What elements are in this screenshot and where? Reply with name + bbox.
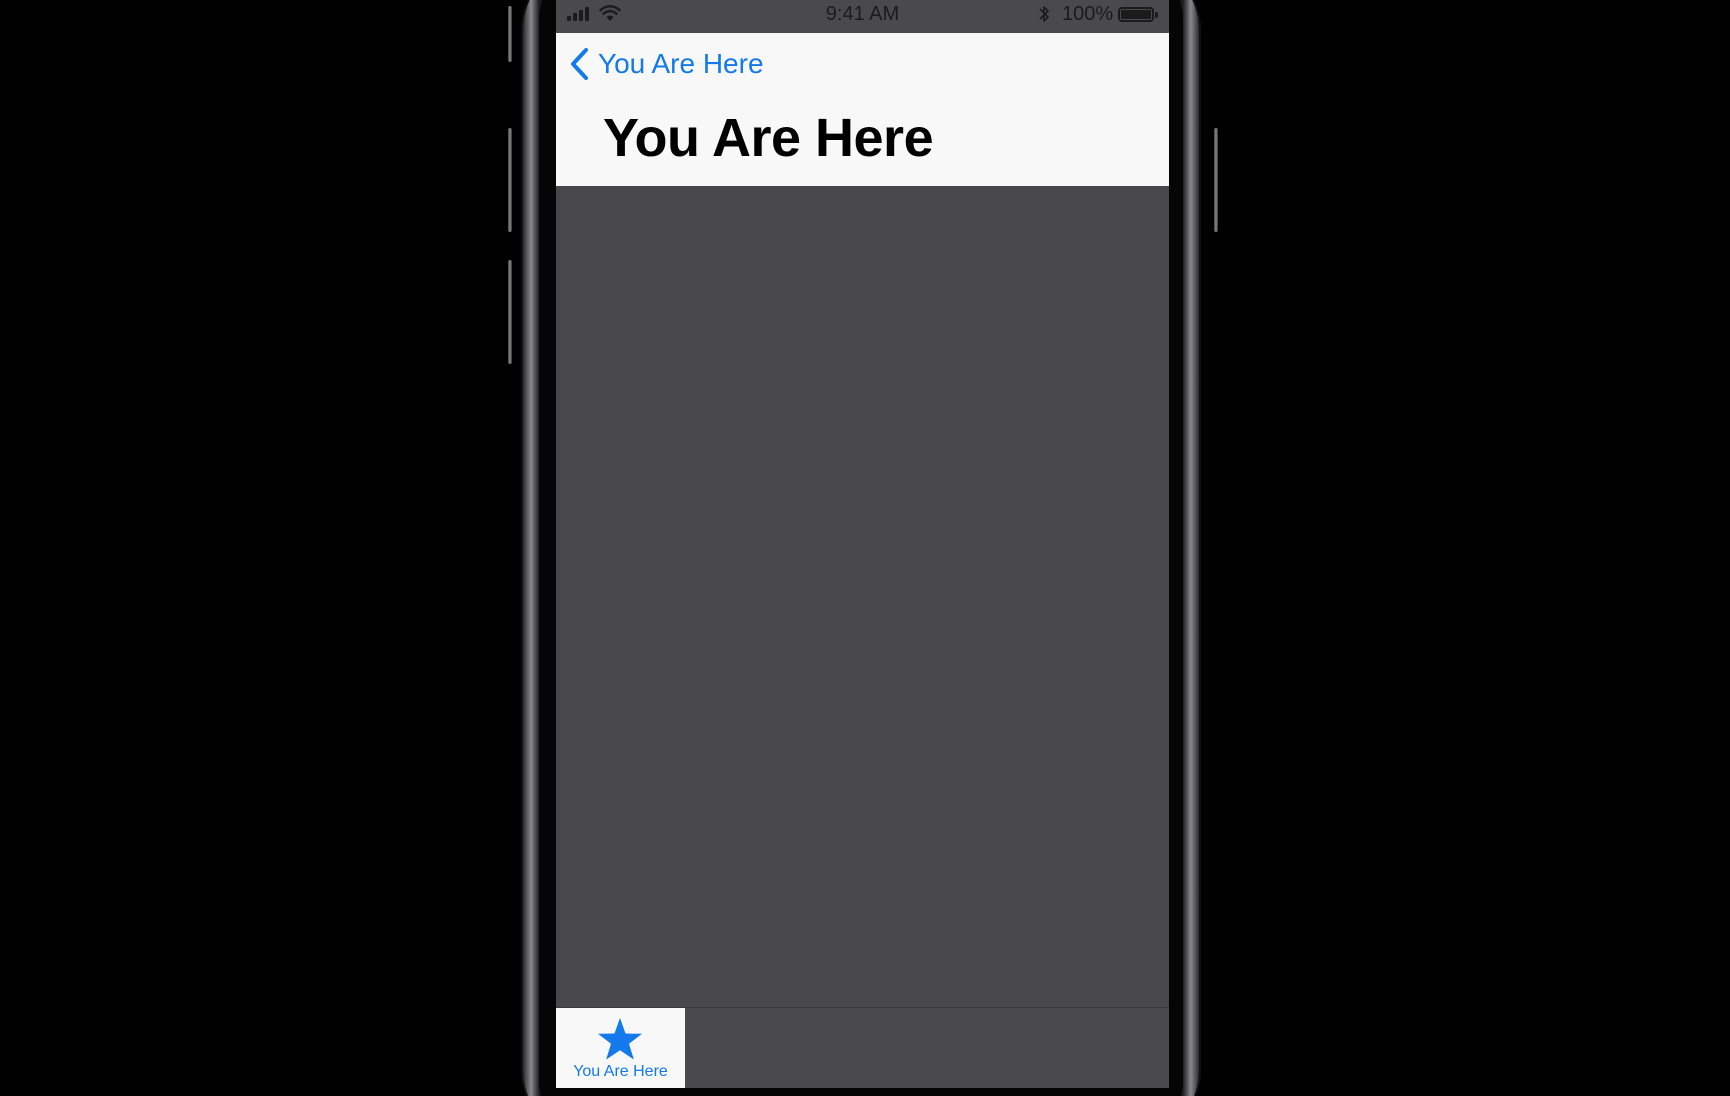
volume-down-button (508, 260, 512, 364)
battery-percentage: 100% (1062, 3, 1114, 25)
navigation-bar: You Are Here You Are Here (556, 33, 1169, 186)
phone-screen: 9:41 AM 100% You Are Here You Are Here Y… (556, 0, 1169, 1088)
page-title: You Are Here (603, 108, 934, 168)
back-button[interactable]: You Are Here (568, 47, 764, 81)
tab-label: You Are Here (573, 1063, 668, 1080)
chevron-left-icon (571, 48, 588, 80)
power-button (1214, 128, 1218, 232)
volume-up-button (508, 128, 512, 232)
battery-icon (1118, 7, 1154, 22)
battery-level (1121, 10, 1151, 19)
bluetooth-icon (1039, 6, 1049, 22)
mute-switch (508, 6, 512, 62)
tab-bar: You Are Here (556, 1007, 1169, 1088)
battery-tip (1155, 12, 1158, 18)
tab-you-are-here[interactable]: You Are Here (556, 1008, 685, 1088)
back-button-label: You Are Here (598, 48, 764, 79)
star-icon (598, 1018, 642, 1060)
status-bar: 9:41 AM 100% (556, 0, 1169, 33)
stage: 9:41 AM 100% You Are Here You Are Here Y… (0, 0, 1730, 1096)
